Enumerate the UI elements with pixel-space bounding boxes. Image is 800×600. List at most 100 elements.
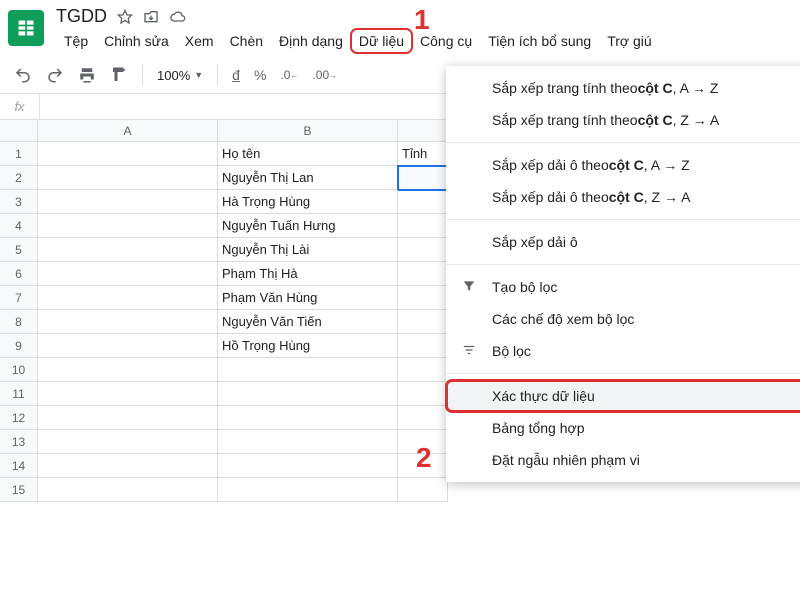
menu-edit[interactable]: Chỉnh sửa — [96, 29, 177, 53]
cell[interactable] — [38, 454, 218, 478]
cell[interactable] — [38, 190, 218, 214]
cell[interactable] — [398, 406, 448, 430]
caret-down-icon: ▼ — [194, 70, 203, 80]
filter-list-icon — [462, 343, 476, 360]
row-header[interactable]: 11 — [0, 382, 38, 406]
cell[interactable] — [218, 454, 398, 478]
cell[interactable] — [38, 406, 218, 430]
cloud-icon[interactable] — [169, 9, 187, 25]
menu-filter[interactable]: Bộ lọc — [446, 335, 800, 367]
cell[interactable]: Nguyễn Thị Lan — [218, 166, 398, 190]
cell[interactable] — [398, 310, 448, 334]
cell[interactable] — [398, 262, 448, 286]
menu-filter-views[interactable]: Các chế độ xem bộ lọc▶ — [446, 303, 800, 335]
column-header[interactable]: B — [218, 120, 398, 142]
row-header[interactable]: 1 — [0, 142, 38, 166]
cell[interactable] — [218, 430, 398, 454]
row-header[interactable]: 9 — [0, 334, 38, 358]
row-header[interactable]: 4 — [0, 214, 38, 238]
menu-data[interactable]: Dữ liệu — [351, 29, 412, 53]
cell[interactable] — [398, 190, 448, 214]
paint-format-icon[interactable] — [110, 66, 128, 84]
row-header[interactable]: 6 — [0, 262, 38, 286]
cell[interactable] — [38, 166, 218, 190]
column-header[interactable] — [398, 120, 448, 142]
star-icon[interactable] — [117, 9, 133, 25]
cell[interactable] — [398, 478, 448, 502]
menu-help[interactable]: Trợ giú — [599, 29, 659, 53]
menu-sort-sheet-az[interactable]: Sắp xếp trang tính theo cột C, A → Z — [446, 72, 800, 104]
cell[interactable] — [38, 286, 218, 310]
cell[interactable]: Nguyễn Văn Tiến — [218, 310, 398, 334]
cell[interactable] — [398, 238, 448, 262]
cell[interactable]: Họ tên — [218, 142, 398, 166]
row-header[interactable]: 12 — [0, 406, 38, 430]
cell[interactable] — [398, 214, 448, 238]
menu-data-validation[interactable]: Xác thực dữ liệu — [446, 380, 800, 412]
cell[interactable] — [38, 214, 218, 238]
menu-sort-range[interactable]: Sắp xếp dải ô — [446, 226, 800, 258]
cell[interactable] — [38, 262, 218, 286]
cell[interactable]: Phạm Thị Hà — [218, 262, 398, 286]
undo-icon[interactable] — [14, 66, 32, 84]
row-header[interactable]: 2 — [0, 166, 38, 190]
cell[interactable] — [398, 286, 448, 310]
sheets-logo[interactable] — [8, 10, 44, 46]
zoom-value: 100% — [157, 68, 190, 83]
menu-insert[interactable]: Chèn — [222, 29, 271, 53]
menu-sort-range-az[interactable]: Sắp xếp dải ô theo cột C, A → Z — [446, 149, 800, 181]
cell[interactable] — [218, 406, 398, 430]
percent-button[interactable]: % — [254, 67, 266, 83]
print-icon[interactable] — [78, 66, 96, 84]
menu-pivot-table[interactable]: Bảng tổng hợp — [446, 412, 800, 444]
menu-file[interactable]: Tệp — [56, 29, 96, 53]
zoom-dropdown[interactable]: 100% ▼ — [157, 68, 203, 83]
menu-sort-range-za[interactable]: Sắp xếp dải ô theo cột C, Z → A — [446, 181, 800, 213]
move-icon[interactable] — [143, 9, 159, 25]
cell[interactable] — [38, 238, 218, 262]
filter-icon — [462, 279, 476, 296]
row-header[interactable]: 5 — [0, 238, 38, 262]
cell[interactable] — [218, 358, 398, 382]
row-header[interactable]: 14 — [0, 454, 38, 478]
cell[interactable] — [38, 334, 218, 358]
redo-icon[interactable] — [46, 66, 64, 84]
cell[interactable] — [398, 358, 448, 382]
column-header[interactable]: A — [38, 120, 218, 142]
row-header[interactable]: 8 — [0, 310, 38, 334]
cell[interactable]: Tỉnh — [398, 142, 448, 166]
cell[interactable] — [398, 382, 448, 406]
menu-format[interactable]: Định dạng — [271, 29, 351, 53]
cell[interactable] — [38, 310, 218, 334]
cell[interactable]: Nguyễn Tuấn Hưng — [218, 214, 398, 238]
select-all-corner[interactable] — [0, 120, 38, 142]
row-header[interactable]: 15 — [0, 478, 38, 502]
cell[interactable] — [38, 430, 218, 454]
row-header[interactable]: 3 — [0, 190, 38, 214]
cell[interactable] — [38, 142, 218, 166]
cell[interactable] — [398, 334, 448, 358]
row-header[interactable]: 13 — [0, 430, 38, 454]
currency-button[interactable]: đ — [232, 67, 240, 83]
cell[interactable] — [398, 166, 448, 190]
cell[interactable] — [38, 382, 218, 406]
menu-view[interactable]: Xem — [177, 29, 222, 53]
cell[interactable] — [218, 478, 398, 502]
cell[interactable] — [38, 478, 218, 502]
cell[interactable]: Phạm Văn Hùng — [218, 286, 398, 310]
fx-label: fx — [0, 94, 40, 119]
menu-randomize-range[interactable]: Đặt ngẫu nhiên phạm vi — [446, 444, 800, 476]
decrease-decimal-button[interactable]: .0← — [280, 68, 298, 82]
menu-sort-sheet-za[interactable]: Sắp xếp trang tính theo cột C, Z → A — [446, 104, 800, 136]
row-header[interactable]: 10 — [0, 358, 38, 382]
cell[interactable] — [38, 358, 218, 382]
menu-addons[interactable]: Tiện ích bổ sung — [480, 29, 599, 53]
increase-decimal-button[interactable]: .00→ — [312, 68, 337, 82]
cell[interactable]: Hồ Trọng Hùng — [218, 334, 398, 358]
row-header[interactable]: 7 — [0, 286, 38, 310]
document-title[interactable]: TGDD — [56, 6, 107, 27]
menu-create-filter[interactable]: Tạo bộ lọc — [446, 271, 800, 303]
cell[interactable]: Nguyễn Thị Lài — [218, 238, 398, 262]
cell[interactable]: Hà Trọng Hùng — [218, 190, 398, 214]
cell[interactable] — [218, 382, 398, 406]
